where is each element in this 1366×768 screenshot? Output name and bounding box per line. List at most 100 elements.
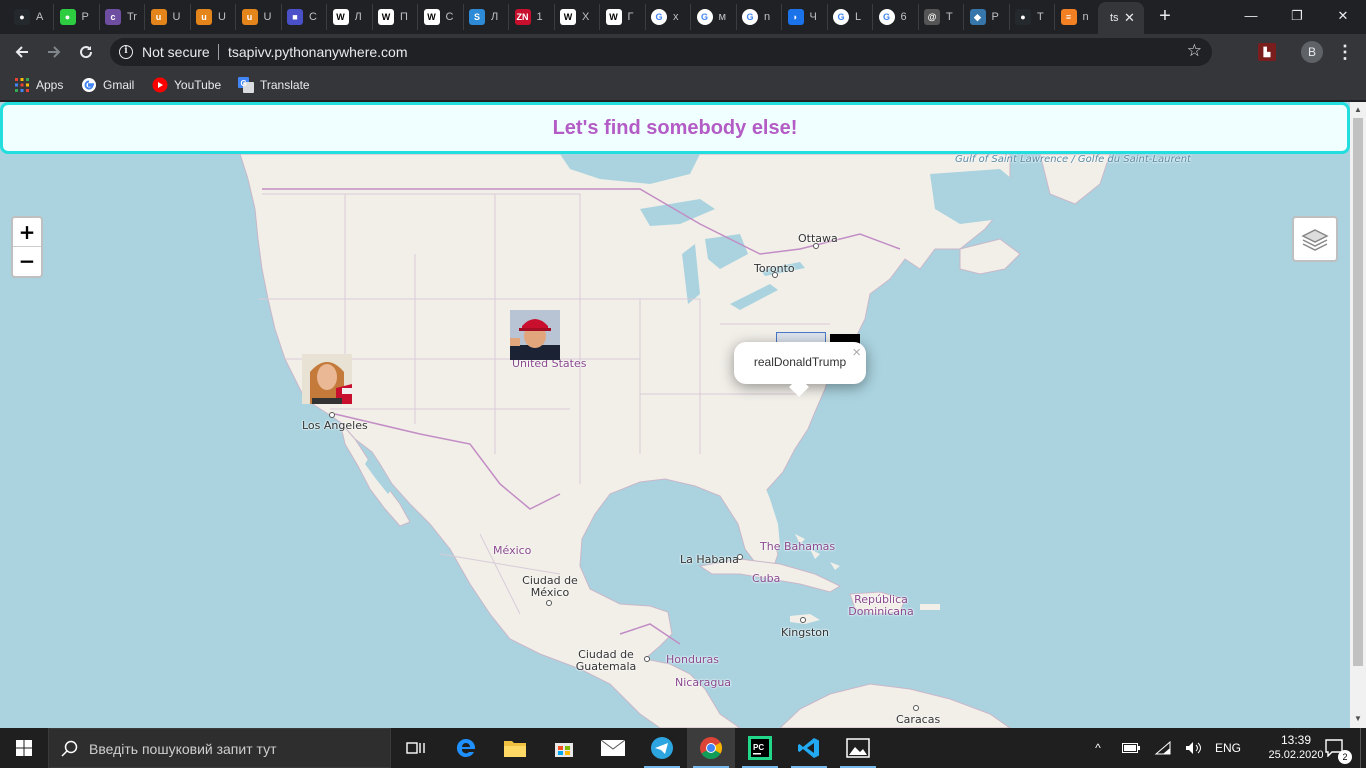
info-icon[interactable]: i [119, 45, 133, 59]
start-button[interactable] [0, 728, 48, 768]
browser-menu-icon[interactable]: ⋮ [1336, 40, 1354, 64]
bookmarks-bar: Apps Gmail YouTube G Translate [0, 70, 1366, 100]
green-circle-icon: ● [59, 9, 76, 25]
coursera-icon: c [105, 9, 121, 25]
zoom-out-button[interactable]: − [13, 247, 41, 276]
bookmark-label: YouTube [174, 78, 222, 92]
bookmark-gmail[interactable]: Gmail [81, 76, 134, 94]
bookmark-label: Apps [36, 78, 64, 92]
restore-button[interactable]: ❐ [1274, 0, 1320, 32]
pdf-extension-icon[interactable]: ▙ [1258, 43, 1276, 61]
battery-icon[interactable] [1120, 728, 1142, 768]
tab-spiral[interactable]: @ T [918, 4, 964, 30]
tab-google[interactable]: Gм [691, 4, 737, 30]
taskbar-edge[interactable] [442, 728, 490, 768]
tab-github[interactable]: ● A [8, 4, 54, 30]
bookmark-apps[interactable]: Apps [14, 76, 63, 94]
popup-close-icon[interactable]: × [852, 344, 861, 361]
volume-icon[interactable] [1183, 728, 1205, 768]
taskbar-pycharm[interactable]: PC [736, 728, 784, 768]
bookmark-translate[interactable]: G Translate [238, 76, 310, 94]
map-label-la-habana: La Habana [680, 553, 739, 566]
taskbar-store[interactable] [540, 728, 588, 768]
scroll-thumb[interactable] [1353, 118, 1363, 666]
new-tab-button[interactable]: + [1154, 5, 1176, 27]
tab-title: x [673, 11, 679, 23]
tab-python[interactable]: ◆ P [964, 4, 1010, 30]
folder-icon [504, 741, 526, 757]
minimize-button[interactable]: — [1228, 0, 1274, 32]
tab-coursera[interactable]: c Tr [99, 4, 145, 30]
tab-udemy[interactable]: uU [145, 4, 191, 30]
clock-date[interactable]: 25.02.2020 [1268, 749, 1324, 761]
photo-marker-woman[interactable] [302, 354, 352, 404]
tab-google[interactable]: Gn [736, 4, 782, 30]
tab-close-icon[interactable]: ✕ [1124, 10, 1135, 26]
tab-wikipedia[interactable]: WX [554, 4, 600, 30]
tab-stackoverflow[interactable]: ≡ n [1055, 4, 1101, 30]
spiral-icon: @ [924, 9, 940, 25]
profile-avatar[interactable]: B [1301, 41, 1323, 63]
photo-marker-trump-red-cap[interactable] [510, 310, 560, 360]
clock-time[interactable]: 13:39 [1268, 733, 1324, 747]
bookmark-youtube[interactable]: YouTube [152, 76, 221, 94]
apps-grid-icon [15, 78, 29, 92]
map[interactable]: Gulf of Saint Lawrence / Golfe du Saint-… [0, 154, 1350, 728]
banner-title: Let's find somebody else! [552, 117, 798, 139]
show-desktop-button[interactable] [1360, 728, 1366, 768]
tab-wikipedia[interactable]: WC [418, 4, 464, 30]
zoom-in-button[interactable]: + [13, 218, 41, 247]
tab-udemy[interactable]: uU [236, 4, 282, 30]
page-scrollbar[interactable]: ▲ ▼ [1350, 102, 1366, 728]
tab-wikipedia[interactable]: WЛ [327, 4, 373, 30]
layers-button[interactable] [1292, 216, 1338, 262]
google-icon: G [878, 9, 895, 25]
popup-username: realDonaldTrump [753, 355, 847, 369]
url-text[interactable]: tsapivv.pythonanywhere.com [228, 44, 408, 60]
scroll-down-icon[interactable]: ▼ [1353, 714, 1363, 724]
taskbar-photos[interactable] [834, 728, 882, 768]
tab-title: Ч [809, 11, 817, 23]
reload-button[interactable] [74, 40, 98, 64]
tab-title: L [855, 11, 862, 23]
telegram-icon [651, 737, 673, 759]
python-icon: ◆ [969, 9, 986, 25]
tab-title: Tr [127, 11, 137, 23]
tab-sound[interactable]: ◗ Ч [782, 4, 828, 30]
tab-udemy[interactable]: uU [190, 4, 236, 30]
tab-title: C [309, 11, 317, 23]
tab-google[interactable]: G6 [873, 4, 919, 30]
zoom-control: + − [11, 216, 43, 278]
taskbar-chrome[interactable] [687, 728, 735, 768]
scroll-up-icon[interactable]: ▲ [1353, 105, 1363, 115]
tab-google[interactable]: GL [827, 4, 873, 30]
tab-active[interactable]: ts ✕ [1098, 2, 1144, 34]
tray-show-hidden-icon[interactable]: ^ [1088, 728, 1108, 768]
taskbar-mail[interactable] [589, 728, 637, 768]
tab-title: A [36, 11, 44, 23]
address-bar[interactable]: i Not secure tsapivv.pythonanywhere.com … [110, 38, 1212, 66]
close-window-button[interactable]: ✕ [1320, 0, 1366, 32]
language-indicator[interactable]: ENG [1212, 728, 1244, 768]
tab-zn[interactable]: ZN 1 [509, 4, 555, 30]
back-button[interactable] [10, 40, 34, 64]
tab-s[interactable]: SЛ [463, 4, 509, 30]
forward-button[interactable] [42, 40, 66, 64]
tab-google[interactable]: Gx [645, 4, 691, 30]
wifi-icon[interactable] [1152, 728, 1174, 768]
forward-arrow-icon [48, 46, 61, 58]
wikipedia-icon: W [378, 9, 394, 25]
bookmark-star-icon[interactable]: ☆ [1187, 41, 1202, 61]
task-view-button[interactable] [392, 728, 440, 768]
tab-github[interactable]: ● T [1009, 4, 1055, 30]
tab-wikipedia[interactable]: WП [372, 4, 418, 30]
taskbar-search[interactable]: Введіть пошуковий запит тут [48, 728, 391, 768]
tab-green-circle[interactable]: ● P [54, 4, 100, 30]
tab-wikipedia[interactable]: WГ [600, 4, 646, 30]
wikipedia-icon: W [423, 9, 440, 25]
taskbar-file-explorer[interactable] [491, 728, 539, 768]
not-secure-label: Not secure [142, 44, 210, 60]
taskbar-telegram[interactable] [638, 728, 686, 768]
tab-cube[interactable]: ■ C [281, 4, 327, 30]
taskbar-vscode[interactable] [785, 728, 833, 768]
